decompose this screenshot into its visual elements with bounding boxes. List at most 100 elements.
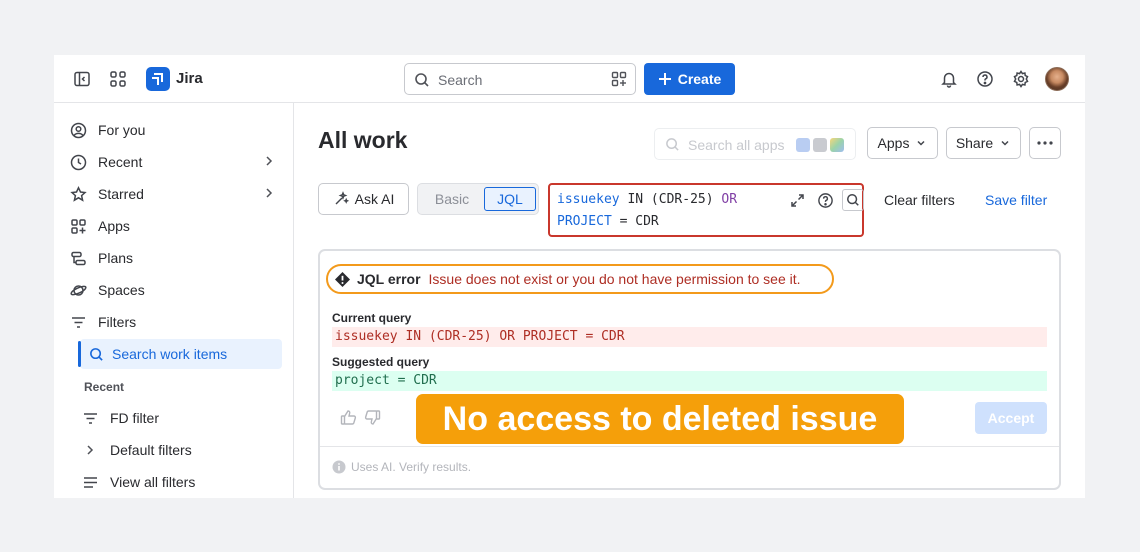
jql-editor-line-1: issuekey IN (CDR-25) OR [557,192,737,207]
star-icon [68,184,88,204]
sidebar-item-starred[interactable]: Starred [68,179,282,209]
clear-filters-button[interactable]: Clear filters [884,192,955,208]
chevron-down-icon [1001,140,1009,146]
sidebar-section-recent: Recent [84,380,125,394]
create-button[interactable]: Create [644,63,735,95]
suggested-query-text: project = CDR [332,371,1047,391]
sidebar-item-apps[interactable]: Apps [68,211,282,241]
run-search-icon[interactable] [842,189,864,211]
jql-field-token: issuekey [557,192,620,207]
chevron-right-icon[interactable] [262,154,276,171]
sidebar: For you Recent Starred Apps Plans Spaces… [54,103,294,498]
clock-icon [68,152,88,172]
sidebar-item-label: Starred [98,186,144,202]
ask-ai-label: Ask AI [354,191,395,207]
planet-icon [68,280,88,300]
thumbs-down-icon[interactable] [364,409,381,429]
search-placeholder: Search [438,72,483,88]
sidebar-item-label: Plans [98,250,134,266]
help-icon[interactable] [973,67,997,91]
annotation-caption: No access to deleted issue [416,394,904,444]
search-icon [414,72,430,91]
sidebar-item-label: For you [98,122,146,138]
apps-dropdown-label: Apps [877,135,910,151]
info-icon [332,460,346,474]
apps-dropdown-button[interactable]: Apps [867,127,938,159]
apps-grid-icon [68,216,88,236]
jql-operator-token: OR [721,192,738,207]
sidebar-item-for-you[interactable]: For you [68,115,282,145]
share-dropdown-button[interactable]: Share [946,127,1021,159]
sidebar-item-label: Default filters [110,442,192,458]
filter-icon [80,408,100,428]
confluence-logo-icon [796,138,810,152]
jira-logo-icon[interactable] [146,67,170,91]
app-switcher-icon[interactable] [106,67,130,91]
error-message-text: Issue does not exist or you do not have … [428,271,801,287]
ai-disclaimer: Uses AI. Verify results. [332,460,471,474]
expand-icon[interactable] [786,189,808,211]
sidebar-item-label: Filters [98,314,137,330]
jql-error-message: JQL error Issue does not exist or you do… [326,264,834,294]
sidebar-item-view-all-filters[interactable]: View all filters [80,467,282,497]
global-search[interactable]: Search [404,63,636,95]
chevron-right-icon[interactable] [80,440,100,460]
mode-basic-tab[interactable]: Basic [422,187,482,211]
jql-value-token: IN (CDR-25) [619,192,722,207]
sidebar-item-label: Spaces [98,282,145,298]
jql-help-icon[interactable] [814,189,836,211]
sidebar-item-label: FD filter [110,410,159,426]
plans-icon [68,248,88,268]
notifications-bell-icon[interactable] [937,67,961,91]
sidebar-item-fd-filter[interactable]: FD filter [80,403,282,433]
sidebar-item-label: Apps [98,218,130,234]
apps-search-input[interactable]: Search all apps [654,128,856,160]
share-dropdown-label: Share [955,135,994,151]
jql-field-token: PROJECT [557,214,612,229]
accept-button[interactable]: Accept [975,402,1047,434]
error-title: JQL error [357,271,421,287]
chevron-right-icon[interactable] [262,186,276,203]
thumbs-up-icon[interactable] [340,409,357,429]
user-avatar[interactable] [1045,67,1069,91]
mode-jql-tab[interactable]: JQL [484,187,536,211]
plus-icon [658,73,671,85]
more-actions-button[interactable] [1029,127,1061,159]
sidebar-item-default-filters[interactable]: Default filters [80,435,282,465]
create-label: Create [677,71,722,87]
sidebar-toggle-icon[interactable] [70,67,94,91]
panel-divider [320,446,1059,447]
search-icon [665,137,680,155]
jql-error-panel: JQL error Issue does not exist or you do… [318,249,1061,490]
apps-search-placeholder: Search all apps [688,137,785,153]
top-navigation: Jira Search Create [54,55,1085,103]
drive-logo-icon [830,138,844,152]
jql-editor-actions [786,189,864,211]
sidebar-item-recent[interactable]: Recent [68,147,282,177]
sidebar-item-filters[interactable]: Filters [68,307,282,337]
suggested-query-label: Suggested query [332,355,430,369]
search-filter-icon[interactable] [611,71,627,90]
ask-ai-button[interactable]: Ask AI [318,183,409,215]
warning-icon [334,271,351,288]
jira-window: Jira Search Create For you Recent Starre… [54,55,1085,498]
more-dots-icon [1037,141,1053,145]
github-logo-icon [813,138,827,152]
jql-editor[interactable]: issuekey IN (CDR-25) OR PROJECT = CDR [548,183,864,237]
connected-apps-logos [796,138,844,152]
sidebar-item-search-work-items[interactable]: Search work items [78,339,282,369]
list-icon [80,472,100,492]
current-query-label: Current query [332,311,412,325]
sidebar-item-spaces[interactable]: Spaces [68,275,282,305]
jql-editor-line-2: PROJECT = CDR [557,214,659,229]
user-circle-icon [68,120,88,140]
brand-name[interactable]: Jira [176,70,203,87]
search-mode-toggle: Basic JQL [417,183,539,215]
current-query-text: issuekey IN (CDR-25) OR PROJECT = CDR [332,327,1047,347]
ai-disclaimer-text: Uses AI. Verify results. [351,460,472,474]
save-filter-link[interactable]: Save filter [985,192,1047,208]
ai-sparkle-icon [335,191,349,205]
sidebar-item-plans[interactable]: Plans [68,243,282,273]
sidebar-item-label: View all filters [110,474,196,490]
settings-gear-icon[interactable] [1009,67,1033,91]
